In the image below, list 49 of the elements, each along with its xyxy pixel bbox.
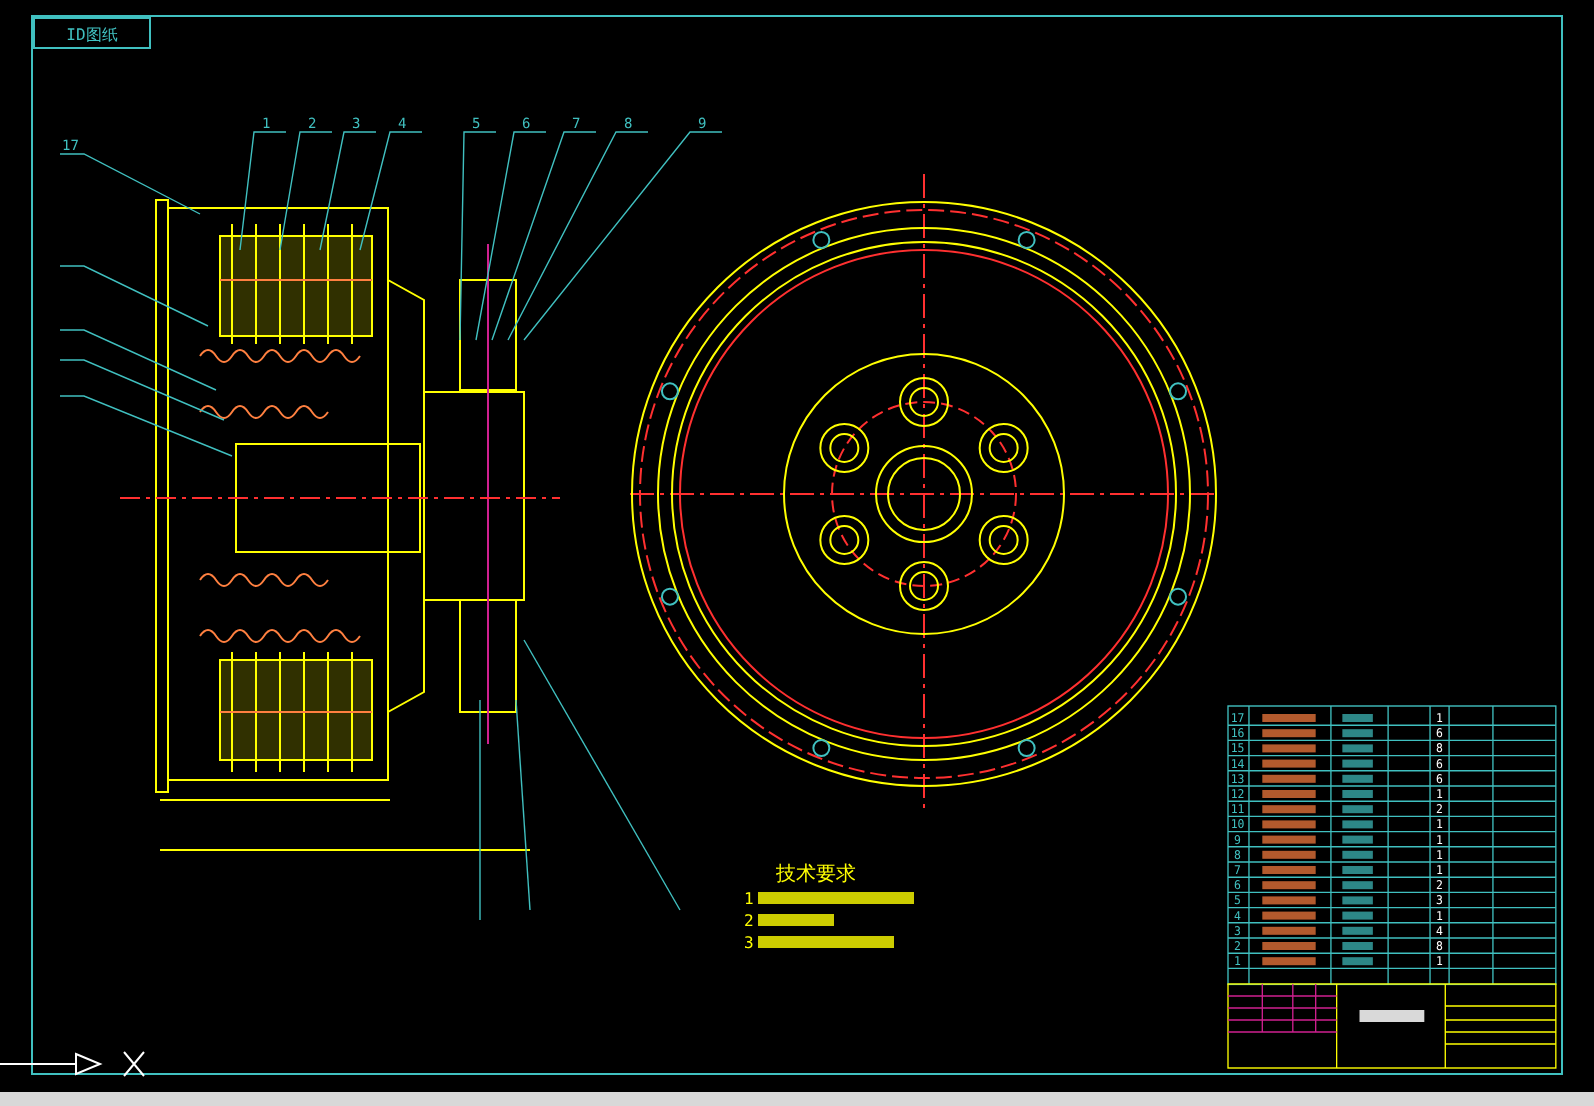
note-text-scribble — [758, 936, 894, 948]
cell-text-scribble — [1262, 926, 1316, 935]
cell-text-scribble — [1262, 714, 1316, 722]
cell-text-scribble — [1262, 850, 1316, 859]
note-number: 1 — [744, 890, 754, 908]
cell-text-scribble — [1262, 790, 1316, 798]
cell-text-scribble — [1262, 911, 1316, 920]
note-number: 2 — [744, 912, 754, 930]
cell-text-scribble — [1342, 790, 1373, 798]
cell-text-scribble — [1342, 850, 1373, 859]
drawing-tab-label: ID图纸 — [66, 26, 118, 44]
cell-text-scribble — [1262, 881, 1316, 890]
cell-text-scribble — [1342, 896, 1373, 905]
note-text-scribble — [758, 914, 834, 926]
cell-text-scribble — [1342, 942, 1373, 950]
cell-text-scribble — [1262, 820, 1316, 829]
cell-text-scribble — [1342, 774, 1373, 783]
cell-text-scribble — [1342, 729, 1373, 738]
title-scribble — [1359, 1010, 1425, 1022]
cell-text-scribble — [1342, 759, 1373, 768]
cell-text-scribble — [1262, 835, 1316, 844]
cell-text-scribble — [1262, 896, 1316, 905]
ucs-axis-icon — [0, 1051, 145, 1077]
cell-text-scribble — [1342, 714, 1373, 722]
cell-text-scribble — [1342, 805, 1373, 814]
cell-text-scribble — [1262, 942, 1316, 950]
cell-text-scribble — [1262, 759, 1316, 768]
cell-text-scribble — [1262, 866, 1316, 874]
note-number: 3 — [744, 934, 754, 952]
leader-line — [319, 131, 377, 251]
cell-text-scribble — [1342, 820, 1373, 829]
cell-text-scribble — [1262, 774, 1316, 783]
cell-text-scribble — [1342, 744, 1373, 753]
cell-text-scribble — [1342, 866, 1373, 874]
cell-text-scribble — [1342, 926, 1373, 935]
notes-heading: 技术要求 — [776, 864, 856, 886]
cell-text-scribble — [1262, 729, 1316, 738]
cell-text-scribble — [1342, 957, 1373, 966]
cell-text-scribble — [1342, 881, 1373, 890]
cell-text-scribble — [1342, 911, 1373, 920]
cell-text-scribble — [1262, 805, 1316, 814]
leader-line — [239, 131, 287, 251]
leader-line — [359, 131, 423, 251]
cell-text-scribble — [1262, 744, 1316, 753]
cell-text-scribble — [1342, 835, 1373, 844]
leader-line — [59, 153, 201, 215]
leader-line — [279, 131, 333, 251]
cell-text-scribble — [1262, 957, 1316, 966]
drawing-tab — [33, 17, 151, 49]
